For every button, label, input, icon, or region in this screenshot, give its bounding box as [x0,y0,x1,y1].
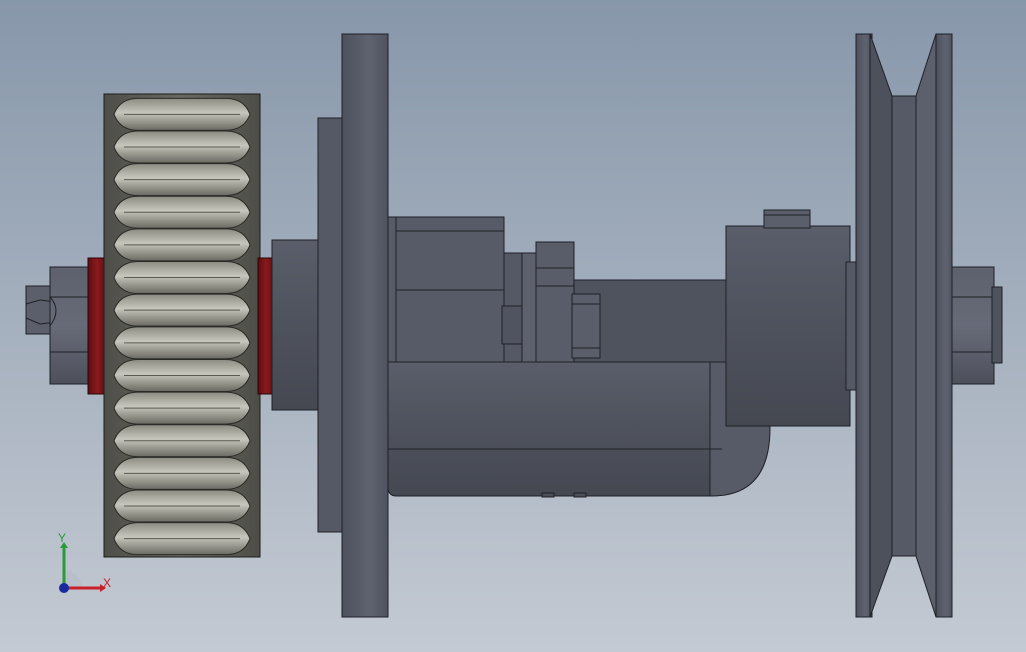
left-flange-plate [317,33,389,618]
shaft-collar [271,239,323,411]
model-view[interactable] [0,0,1026,652]
triad-axes [59,542,106,593]
right-hex-nut [951,266,1003,385]
y-axis-label: Y [58,531,67,545]
spur-gear [103,93,261,558]
x-axis-label: X [103,576,112,590]
cad-viewport[interactable]: X Y [0,0,1026,652]
left-red-spacer [87,257,107,395]
orientation-triad: X Y [44,530,124,610]
v-pulley [845,33,953,618]
